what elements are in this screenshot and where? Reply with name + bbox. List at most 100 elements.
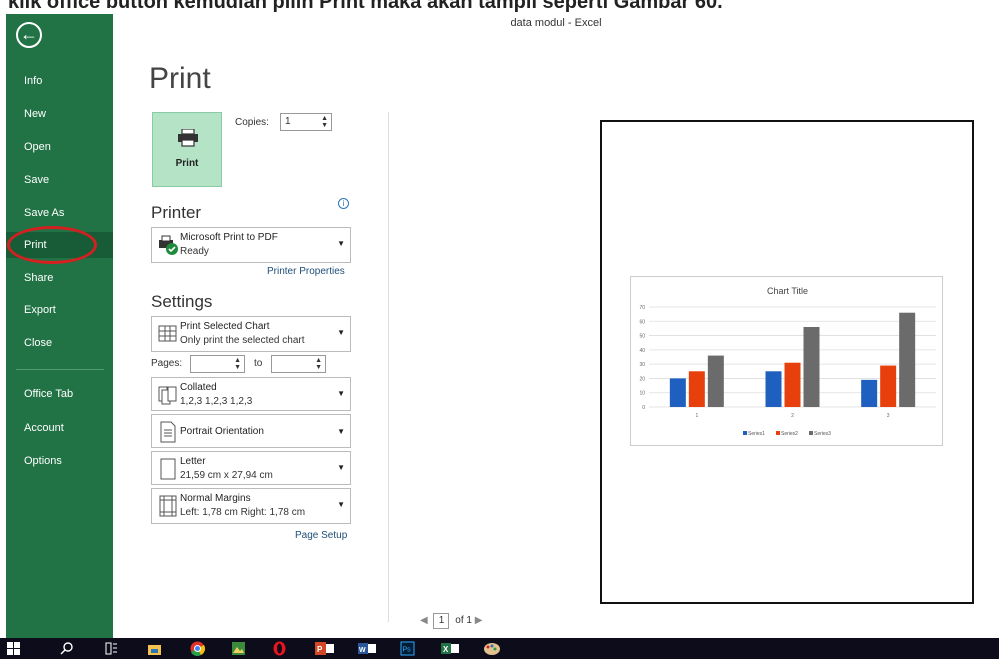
print-button[interactable]: Print bbox=[152, 112, 222, 187]
bar-series2-3 bbox=[880, 365, 897, 407]
pages-label: Pages: bbox=[151, 358, 183, 369]
spin-arrows-icon[interactable]: ▲ ▼ bbox=[321, 115, 328, 129]
bar-chart: Chart Title 0 10 20 30 40 50 60 70 1 2 3 Series1 Seri… bbox=[639, 286, 936, 437]
y-tick-label: 70 bbox=[639, 305, 645, 311]
copies-value: 1 bbox=[285, 116, 291, 127]
panel-divider bbox=[388, 112, 389, 622]
chart-preview: Chart Title 0 10 20 30 40 50 60 70 1 2 3 Series1 Seri… bbox=[630, 276, 943, 446]
document-caption: klik office button kemudian pilih Print … bbox=[0, 0, 999, 14]
page-total-label: of 1 bbox=[455, 615, 472, 626]
nav-item-save-as[interactable]: Save As bbox=[6, 200, 113, 226]
spin-arrows-icon[interactable]: ▲ ▼ bbox=[315, 357, 322, 371]
opera-icon[interactable] bbox=[272, 641, 287, 656]
page-setup-link[interactable]: Page Setup bbox=[295, 530, 347, 541]
paper-size-subtitle: 21,59 cm x 27,94 cm bbox=[180, 470, 273, 481]
bar-series3-2 bbox=[803, 327, 820, 407]
legend-label: Series3 bbox=[814, 431, 831, 437]
nav-item-close[interactable]: Close bbox=[6, 330, 113, 356]
nav-item-info[interactable]: Info bbox=[6, 68, 113, 94]
copies-label: Copies: bbox=[235, 117, 269, 128]
bar-series2-1 bbox=[688, 371, 705, 407]
x-tick-label: 3 bbox=[887, 413, 890, 419]
printer-name: Microsoft Print to PDF bbox=[180, 232, 278, 243]
pages-from-input[interactable]: ▲ ▼ bbox=[190, 355, 245, 373]
printer-dropdown[interactable]: Microsoft Print to PDF Ready ▼ bbox=[151, 227, 351, 263]
nav-item-account[interactable]: Account bbox=[6, 415, 113, 441]
chevron-down-icon: ▼ bbox=[337, 328, 345, 337]
bar-series1-3 bbox=[861, 379, 878, 407]
current-page-input[interactable]: 1 bbox=[433, 613, 450, 629]
nav-item-export[interactable]: Export bbox=[6, 297, 113, 323]
nav-item-save[interactable]: Save bbox=[6, 167, 113, 193]
task-view-icon[interactable] bbox=[104, 641, 119, 656]
y-tick-label: 20 bbox=[639, 376, 645, 382]
chevron-down-icon: ▼ bbox=[337, 463, 345, 472]
print-what-subtitle: Only print the selected chart bbox=[180, 335, 305, 346]
search-icon[interactable] bbox=[60, 641, 75, 656]
collation-title: Collated bbox=[180, 382, 217, 393]
spin-arrows-icon[interactable]: ▲ ▼ bbox=[234, 357, 241, 371]
printer-section-title: Printer bbox=[151, 203, 202, 222]
excel-icon[interactable]: X bbox=[441, 641, 461, 656]
bar-series2-2 bbox=[784, 362, 801, 407]
nav-item-new[interactable]: New bbox=[6, 101, 113, 127]
file-explorer-icon[interactable] bbox=[147, 641, 162, 656]
chevron-down-icon: ▼ bbox=[337, 239, 345, 248]
y-tick-label: 0 bbox=[642, 405, 645, 411]
svg-text:X: X bbox=[443, 645, 449, 654]
windows-icon[interactable] bbox=[6, 641, 21, 656]
nav-item-share[interactable]: Share bbox=[6, 265, 113, 291]
collation-subtitle: 1,2,3 1,2,3 1,2,3 bbox=[180, 396, 253, 407]
caption-text: klik office button kemudian pilih Print … bbox=[8, 0, 723, 13]
x-tick-label: 2 bbox=[791, 413, 794, 419]
orientation-dropdown[interactable]: Portrait Orientation ▼ bbox=[151, 414, 351, 448]
collated-pages-icon bbox=[158, 386, 177, 405]
bar-series3-1 bbox=[707, 355, 724, 407]
chevron-down-icon: ▼ bbox=[337, 427, 345, 436]
margins-title: Normal Margins bbox=[180, 493, 251, 504]
backstage-nav: ← Info New Open Save Save As Print Share… bbox=[6, 14, 113, 638]
nav-item-office-tab[interactable]: Office Tab bbox=[6, 381, 113, 407]
printer-icon bbox=[178, 129, 198, 147]
printer-properties-link[interactable]: Printer Properties bbox=[267, 266, 345, 277]
taskbar: P W Ps X bbox=[0, 638, 999, 659]
paper-size-title: Letter bbox=[180, 456, 206, 467]
nav-item-open[interactable]: Open bbox=[6, 134, 113, 160]
svg-text:Ps: Ps bbox=[403, 647, 412, 654]
chrome-icon[interactable] bbox=[190, 641, 205, 656]
nav-item-options[interactable]: Options bbox=[6, 448, 113, 474]
bar-series1-1 bbox=[669, 378, 686, 407]
prev-page-icon[interactable]: ◀ bbox=[420, 615, 428, 626]
nav-separator bbox=[16, 369, 104, 370]
margins-dropdown[interactable]: Normal Margins Left: 1,78 cm Right: 1,78… bbox=[151, 488, 351, 524]
chevron-down-icon: ▼ bbox=[337, 500, 345, 509]
photo-app-icon[interactable] bbox=[231, 641, 246, 656]
info-icon[interactable]: i bbox=[338, 198, 349, 209]
next-page-icon[interactable]: ▶ bbox=[475, 615, 483, 626]
print-what-dropdown[interactable]: Print Selected Chart Only print the sele… bbox=[151, 316, 351, 352]
portrait-page-icon bbox=[160, 421, 176, 443]
y-tick-label: 40 bbox=[639, 348, 645, 354]
chart-title: Chart Title bbox=[767, 286, 808, 296]
svg-text:P: P bbox=[317, 645, 323, 654]
chevron-down-icon: ▼ bbox=[337, 389, 345, 398]
print-button-label: Print bbox=[175, 158, 199, 169]
title-bar: data modul - Excel bbox=[113, 14, 999, 34]
legend-label: Series1 bbox=[748, 431, 765, 437]
pages-to-label: to bbox=[254, 358, 263, 369]
back-arrow-icon[interactable]: ← bbox=[16, 22, 42, 48]
photoshop-icon[interactable]: Ps bbox=[400, 641, 415, 656]
powerpoint-icon[interactable]: P bbox=[315, 641, 335, 656]
print-highlight-circle bbox=[7, 226, 97, 264]
pages-to-input[interactable]: ▲ ▼ bbox=[271, 355, 326, 373]
paper-size-dropdown[interactable]: Letter 21,59 cm x 27,94 cm ▼ bbox=[151, 451, 351, 485]
legend-swatch bbox=[809, 431, 813, 435]
copies-stepper[interactable]: 1 ▲ ▼ bbox=[280, 113, 332, 131]
page-title: Print bbox=[149, 62, 211, 95]
orientation-label: Portrait Orientation bbox=[180, 426, 264, 437]
collation-dropdown[interactable]: Collated 1,2,3 1,2,3 1,2,3 ▼ bbox=[151, 377, 351, 411]
bar-series1-2 bbox=[765, 371, 782, 407]
paint-icon[interactable] bbox=[483, 641, 501, 656]
printer-ready-icon bbox=[159, 235, 178, 255]
word-icon[interactable]: W bbox=[358, 641, 378, 656]
